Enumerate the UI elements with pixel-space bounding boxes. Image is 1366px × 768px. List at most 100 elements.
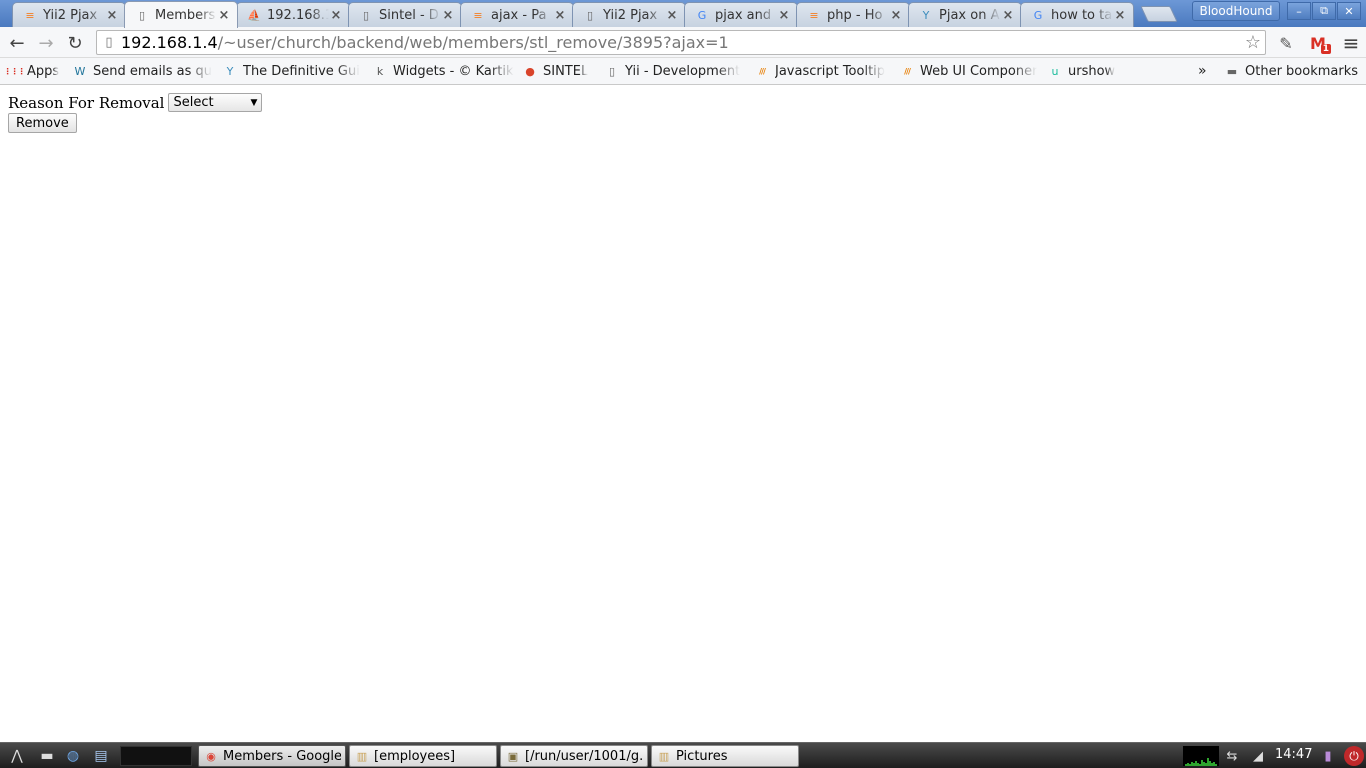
tab-1[interactable]: ≡ Yii2 Pjax × xyxy=(12,2,126,27)
tab-2[interactable]: ▯ Members × xyxy=(124,1,238,28)
page-icon: ▯ xyxy=(105,35,113,50)
other-bookmarks-label: Other bookmarks xyxy=(1245,63,1359,79)
apps-grid-icon: ⋮⋮⋮ xyxy=(6,66,26,76)
browser-toolbar: ← → ↻ ▯ 192.168.1.4/~user/church/backend… xyxy=(0,27,1366,58)
reload-button[interactable]: ↻ xyxy=(62,31,88,55)
power-icon[interactable]: ⏻ xyxy=(1344,746,1364,766)
profile-button[interactable]: BloodHound xyxy=(1192,1,1280,21)
browser-launcher-icon[interactable]: ◍ xyxy=(62,746,84,766)
tab-title: Members xyxy=(155,7,216,23)
cpu-graph-bar xyxy=(1215,764,1217,766)
tab-close-icon[interactable]: × xyxy=(553,8,567,23)
start-menu-icon[interactable]: ⋀ xyxy=(6,746,28,766)
tab-6[interactable]: ▯ Yii2 Pjax × xyxy=(572,2,686,27)
eyedropper-extension-icon[interactable]: ✎ xyxy=(1273,31,1299,55)
bookmark-item[interactable]: W Send emails as qu xyxy=(72,61,212,81)
tab-close-icon[interactable]: × xyxy=(889,8,903,23)
tab-close-icon[interactable]: × xyxy=(217,8,231,23)
workspace-pager[interactable] xyxy=(120,746,192,766)
tab-close-icon[interactable]: × xyxy=(329,8,343,23)
taskbar: ⋀ ▬ ◍ ▤ ◉ Members - Google Chrome ▥ [employ… xyxy=(0,742,1366,768)
volume-icon[interactable]: ◢ xyxy=(1248,747,1268,765)
tab-7[interactable]: Gpjax and × xyxy=(684,2,798,27)
bookmark-item[interactable]: /// Web UI Componer xyxy=(899,61,1037,81)
bookmark-label: SINTEL xyxy=(543,63,589,79)
bookmark-label: Web UI Componer xyxy=(920,63,1038,79)
sintel-icon: ● xyxy=(525,64,535,78)
tab-8[interactable]: ≡ php - Ho × xyxy=(796,2,910,27)
chrome-menu-icon[interactable]: ≡ xyxy=(1338,31,1364,55)
bookmark-item[interactable]: u urshow xyxy=(1047,61,1116,81)
removal-form-row: Reason For Removal Select ▼ xyxy=(8,93,263,112)
terminal-icon: ▣ xyxy=(507,749,519,763)
network-icon[interactable]: ⇆ xyxy=(1222,747,1242,765)
stackoverflow-icon: ≡ xyxy=(809,8,819,22)
tab-title: Yii2 Pjax xyxy=(603,7,658,23)
new-tab-button[interactable] xyxy=(1140,6,1178,22)
url-path: /~user/church/backend/web/members/stl_re… xyxy=(217,33,729,52)
battery-icon[interactable]: ▮ xyxy=(1318,747,1338,765)
chrome-icon: ◉ xyxy=(206,749,216,763)
page-icon: ▯ xyxy=(362,8,370,22)
tab-close-icon[interactable]: × xyxy=(665,8,679,23)
tab-strip: ≡Yii2 Pjax×▯Members×⛵192.168.1.4×▯Sintel… xyxy=(0,0,1366,28)
restore-button[interactable]: ⧉ xyxy=(1312,2,1336,20)
bookmarks-overflow-button[interactable]: » xyxy=(1198,61,1207,81)
taskbar-task[interactable]: ◉ Members - Google Chrome xyxy=(198,745,346,767)
tab-title: how to ta xyxy=(1051,7,1113,23)
bookmark-item[interactable]: k Widgets - © Kartik xyxy=(372,61,514,81)
bookmarks-bar: ⋮⋮⋮ Apps W Send emails as qu Y The Definitive… xyxy=(0,58,1366,85)
phpmyadmin-icon: ⛵ xyxy=(247,8,261,22)
taskbar-task[interactable]: ▥ Pictures xyxy=(651,745,799,767)
bookmark-item[interactable]: ⋮⋮⋮ Apps xyxy=(6,61,59,81)
bookmark-label: urshow xyxy=(1068,63,1116,79)
tab-close-icon[interactable]: × xyxy=(105,8,119,23)
tab-10[interactable]: Ghow to ta × xyxy=(1020,2,1134,27)
folder-icon: ▥ xyxy=(356,749,368,763)
bookmark-item[interactable]: ▯ Yii - Development xyxy=(604,61,740,81)
taskbar-task-label: [employees] xyxy=(374,748,456,764)
address-bar[interactable]: ▯ 192.168.1.4/~user/church/backend/web/m… xyxy=(96,30,1266,55)
forward-button[interactable]: → xyxy=(33,31,59,55)
back-button[interactable]: ← xyxy=(4,31,30,55)
clock[interactable]: 14:47 xyxy=(1275,747,1312,762)
tab-close-icon[interactable]: × xyxy=(1113,8,1127,23)
reason-select[interactable]: Select ▼ xyxy=(168,93,263,112)
dropdown-arrow-icon: ▼ xyxy=(250,97,258,108)
taskbar-task-label: [/run/user/1001/g... xyxy=(525,748,643,764)
show-desktop-icon[interactable]: ▬ xyxy=(36,746,58,766)
tab-close-icon[interactable]: × xyxy=(441,8,455,23)
tab-close-icon[interactable]: × xyxy=(777,8,791,23)
bookmark-item[interactable]: ● SINTEL xyxy=(522,61,588,81)
gmail-extension-icon[interactable]: M 1 xyxy=(1305,31,1331,55)
window-close-button[interactable]: ✕ xyxy=(1337,2,1361,20)
cpu-monitor-graph xyxy=(1183,746,1219,766)
other-bookmarks-folder[interactable]: ▬ Other bookmarks xyxy=(1224,61,1358,81)
bookmark-label: Javascript Tooltip xyxy=(775,63,886,79)
bookmark-star-icon[interactable]: ☆ xyxy=(1245,32,1261,53)
tab-4[interactable]: ▯ Sintel - D × xyxy=(348,2,462,27)
wordpress-icon: W xyxy=(74,64,86,78)
tab-title: Yii2 Pjax xyxy=(43,7,98,23)
url-text[interactable]: 192.168.1.4/~user/church/backend/web/mem… xyxy=(121,33,729,52)
folder-icon: ▥ xyxy=(658,749,670,763)
remove-button[interactable]: Remove xyxy=(8,113,77,133)
bookmark-item[interactable]: /// Javascript Tooltip xyxy=(754,61,885,81)
stripes-icon: /// xyxy=(759,66,766,76)
bookmark-label: Widgets - © Kartik xyxy=(393,63,514,79)
taskbar-task-label: Members - Google Chrome xyxy=(223,748,341,764)
folder-icon: ▬ xyxy=(1226,64,1238,78)
taskbar-task[interactable]: ▥ [employees] xyxy=(349,745,497,767)
tab-3[interactable]: ⛵ 192.168.1.4× xyxy=(236,2,350,27)
tab-close-icon[interactable]: × xyxy=(1001,8,1015,23)
bookmark-item[interactable]: Y The Definitive Gui xyxy=(222,61,360,81)
stackoverflow-icon: ≡ xyxy=(25,8,35,22)
bookmark-label: Yii - Development xyxy=(625,63,741,79)
tab-5[interactable]: ≡ ajax - Pa × xyxy=(460,2,574,27)
file-manager-launcher-icon[interactable]: ▤ xyxy=(90,746,112,766)
minimize-button[interactable]: – xyxy=(1287,2,1311,20)
taskbar-task[interactable]: ▣ [/run/user/1001/g... xyxy=(500,745,648,767)
urshow-icon: u xyxy=(1051,64,1059,78)
url-host: 192.168.1.4 xyxy=(121,33,218,52)
tab-9[interactable]: Y Pjax on A × xyxy=(908,2,1022,27)
